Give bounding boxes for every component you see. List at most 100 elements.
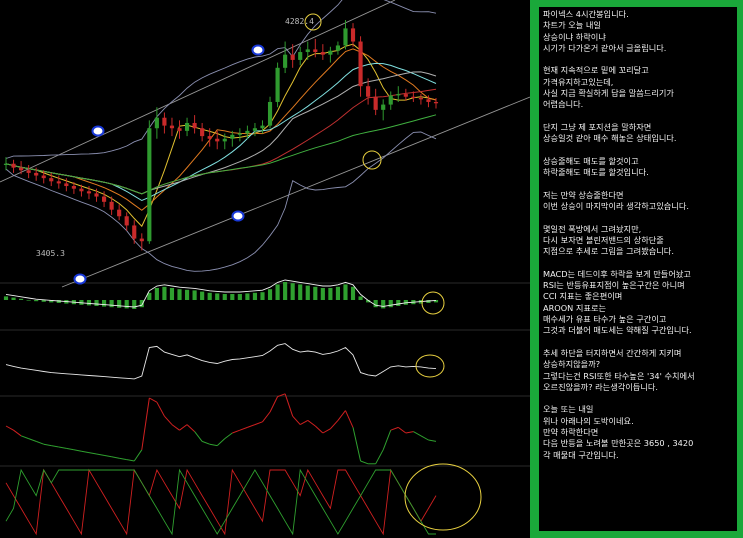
aroon-pane bbox=[5, 463, 482, 536]
macd-histogram-bar bbox=[124, 300, 129, 309]
cci-segment bbox=[73, 449, 82, 452]
candle-up bbox=[252, 128, 258, 131]
ma-15 bbox=[5, 62, 437, 202]
macd-histogram-bar bbox=[177, 289, 182, 300]
chart-area[interactable]: 4282.4 3405.3 bbox=[0, 0, 530, 538]
note-line: CCI 지표는 좋은편이며 bbox=[543, 291, 623, 302]
cci-segment bbox=[164, 415, 173, 425]
macd-histogram-bar bbox=[162, 286, 167, 300]
cci-segment bbox=[201, 440, 210, 445]
candle-down bbox=[117, 209, 122, 217]
macd-histogram-bar bbox=[19, 298, 24, 300]
note-line bbox=[543, 258, 733, 269]
note-line: 단지 그냥 제 포지션을 말하자면 bbox=[543, 121, 652, 132]
cci-segment bbox=[209, 443, 218, 447]
cci-segment bbox=[28, 438, 37, 442]
candle-down bbox=[313, 49, 318, 53]
note-line: 매수세가 유표 타수가 높은 구간이고 bbox=[543, 314, 667, 325]
macd-histogram-bar bbox=[313, 286, 318, 300]
candle-down bbox=[79, 188, 84, 192]
macd-histogram-bar bbox=[328, 288, 333, 300]
macd-histogram-bar bbox=[109, 300, 114, 308]
candle-down bbox=[132, 225, 137, 239]
note-line: 위나 아래나의 도박이네요. bbox=[543, 415, 634, 426]
note-line: 차트가 오늘 내일 bbox=[543, 20, 601, 31]
macd-histogram-bar bbox=[275, 284, 280, 300]
macd-histogram-bar bbox=[237, 294, 242, 300]
note-line: MACD는 데드이후 하락을 보게 만들어놨고 bbox=[543, 268, 691, 279]
macd-histogram-bar bbox=[343, 284, 348, 300]
note-line bbox=[543, 145, 733, 156]
note-line bbox=[543, 178, 733, 189]
candle-down bbox=[139, 238, 144, 242]
candle-down bbox=[49, 178, 54, 182]
macd-histogram-bar bbox=[117, 300, 122, 308]
cci-pane bbox=[5, 393, 437, 465]
note-line: AROON 지표로는 bbox=[543, 302, 607, 313]
note-line: 파이넥스 4시간봉입니다. bbox=[543, 9, 629, 19]
note-line: 사실 지금 확실하게 답을 말씀드리기가 bbox=[543, 88, 674, 99]
candle-down bbox=[169, 125, 175, 129]
ma-30 bbox=[5, 88, 437, 195]
macd-histogram-bar bbox=[290, 283, 295, 300]
candle-down bbox=[124, 216, 129, 226]
macd-histogram-bar bbox=[373, 300, 378, 308]
cci-segment bbox=[126, 459, 135, 462]
macd-histogram-bar bbox=[34, 300, 39, 302]
note-line: 가격유지하고있는데, bbox=[543, 76, 614, 87]
candle-down bbox=[71, 186, 76, 189]
rsi-highlight-circle bbox=[415, 354, 445, 378]
macd-histogram-bar bbox=[267, 289, 273, 300]
cci-segment bbox=[156, 401, 165, 417]
cci-segment bbox=[149, 397, 158, 403]
rsi-line bbox=[5, 343, 437, 380]
candle-down bbox=[366, 86, 371, 97]
candle-up bbox=[222, 138, 227, 142]
note-line: 추세 하단을 터지하면서 간간하게 지키며 bbox=[543, 347, 682, 358]
cci-segment bbox=[186, 424, 195, 432]
macd-histogram-bar bbox=[335, 286, 341, 300]
note-line: 오르진않을까? 라는생각이듭니다. bbox=[543, 381, 659, 392]
macd-highlight-circle bbox=[421, 291, 445, 315]
candle-down bbox=[26, 170, 31, 173]
macd-histogram-bar bbox=[132, 300, 137, 309]
cci-segment bbox=[269, 396, 279, 413]
note-line bbox=[543, 212, 733, 223]
candle-up bbox=[298, 52, 303, 60]
price-pane bbox=[0, 0, 530, 288]
note-line: 만약 하락한다면 bbox=[543, 426, 599, 437]
cci-segment bbox=[179, 424, 188, 431]
candle-down bbox=[109, 201, 114, 210]
candle-up bbox=[267, 101, 273, 126]
analysis-note-panel: 파이넥스 4시간봉입니다. 차트가 오늘 내일 상승이냐 하락이냐 시기가 다가온거 … bbox=[530, 0, 743, 538]
price-chart[interactable]: 4282.4 3405.3 bbox=[0, 0, 530, 538]
channel-lower bbox=[61, 96, 530, 288]
candle-down bbox=[215, 138, 220, 142]
note-line bbox=[543, 337, 733, 348]
macd-histogram-bar bbox=[139, 300, 144, 308]
cci-segment bbox=[247, 424, 256, 428]
candle-up bbox=[237, 133, 242, 135]
cci-segment bbox=[239, 426, 248, 431]
cci-segment bbox=[254, 421, 263, 426]
aroon-down-line bbox=[5, 468, 436, 536]
candle-down bbox=[373, 96, 378, 110]
candle-down bbox=[64, 183, 69, 187]
note-line: 오늘 또는 내일 bbox=[543, 404, 594, 415]
candle-down bbox=[200, 128, 205, 137]
candle-up bbox=[147, 128, 152, 242]
candle-up bbox=[260, 125, 265, 129]
cci-segment bbox=[232, 429, 241, 434]
macd-pane bbox=[3, 279, 445, 315]
cci-segment bbox=[375, 449, 384, 465]
cci-segment bbox=[390, 426, 399, 431]
candle-down bbox=[101, 196, 107, 202]
macd-histogram-bar bbox=[86, 300, 92, 306]
cci-segment bbox=[224, 432, 233, 440]
candle-up bbox=[275, 67, 280, 102]
cci-segment bbox=[413, 431, 422, 437]
rsi-pane bbox=[5, 343, 445, 380]
cci-segment bbox=[345, 410, 354, 428]
bollinger-lower bbox=[5, 131, 437, 272]
cci-segment bbox=[5, 425, 14, 431]
